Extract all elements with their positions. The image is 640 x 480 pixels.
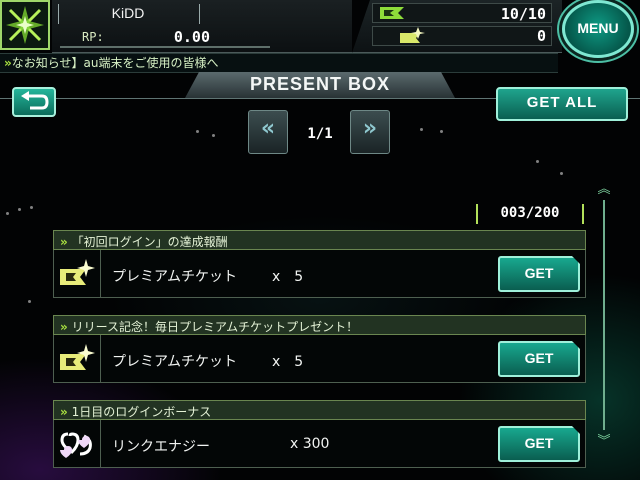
premium-ticket-icon	[400, 27, 425, 43]
double-chevron-right-icon: »	[362, 116, 378, 141]
chevron-right-icon: »	[60, 320, 68, 334]
get-all-button-label: GET ALL	[526, 94, 598, 111]
background-particle	[196, 130, 199, 133]
premium-ticket-icon	[60, 344, 95, 370]
link-energy-icon	[60, 432, 92, 458]
background-particle	[420, 128, 423, 131]
divider	[100, 420, 101, 467]
avatar[interactable]	[0, 0, 50, 50]
page-indicator: 1/1	[307, 126, 333, 142]
news-ticker-message: なお知らせ】au端末をご使用の皆様へ	[11, 56, 219, 70]
background-particle	[536, 160, 539, 163]
item-name: プレミアムチケット	[112, 354, 238, 370]
premium-count: 0	[536, 27, 546, 45]
list-item-title-text: リリース記念！毎日プレミアムチケットプレゼント！	[71, 320, 359, 334]
scrollbar-track[interactable]	[603, 200, 605, 430]
news-ticker-text: »なお知らせ】au端末をご使用の皆様へ	[4, 54, 219, 71]
chevron-right-icon: »	[60, 235, 68, 249]
ticket-count: 10/10	[500, 5, 546, 23]
divider	[100, 335, 101, 382]
menu-button-label: MENU	[577, 20, 619, 36]
scroll-up-icon[interactable]: ︽	[597, 183, 611, 196]
background-particle	[560, 172, 563, 175]
rp-gauge-line	[60, 46, 270, 48]
item-quantity: x 5	[272, 354, 304, 370]
premium-ticket-icon	[60, 259, 95, 285]
divider	[100, 250, 101, 297]
avatar-emblem-icon	[2, 2, 48, 48]
item-count: 003/200	[500, 205, 560, 221]
item-quantity: x 300	[290, 436, 330, 452]
background-particle	[6, 212, 9, 215]
list-item-title-text: 「初回ログイン」の達成報酬	[71, 235, 228, 249]
item-name: プレミアムチケット	[112, 269, 238, 285]
chevron-right-icon: »	[60, 405, 68, 419]
item-name: リンクエナジー	[112, 439, 210, 455]
ticket-icon	[380, 7, 404, 19]
get-button-label: GET	[524, 350, 554, 366]
list-item-title: » 1日目のログインボーナス	[60, 403, 211, 420]
background-particle	[440, 130, 443, 133]
background-particle	[30, 206, 33, 209]
get-button-label: GET	[524, 265, 554, 281]
double-chevron-left-icon: «	[260, 116, 276, 141]
background-particle	[212, 134, 215, 137]
background-particle	[18, 208, 21, 211]
chevron-right-icon: »	[4, 56, 12, 70]
rp-label: RP:	[82, 30, 104, 44]
list-item-title: » 「初回ログイン」の達成報酬	[60, 233, 228, 250]
background-particle	[28, 300, 31, 303]
list-item-title-text: 1日目のログインボーナス	[71, 405, 212, 419]
scroll-down-icon[interactable]: ︾	[597, 435, 611, 448]
page-title: PRESENT BOX	[249, 74, 391, 94]
rp-value: 0.00	[173, 28, 210, 46]
back-arrow-icon	[21, 91, 49, 110]
get-button-label: GET	[524, 435, 554, 451]
list-item-title: » リリース記念！毎日プレミアムチケットプレゼント！	[60, 318, 358, 335]
player-name: KiDD	[111, 5, 145, 21]
item-quantity: x 5	[272, 269, 304, 285]
